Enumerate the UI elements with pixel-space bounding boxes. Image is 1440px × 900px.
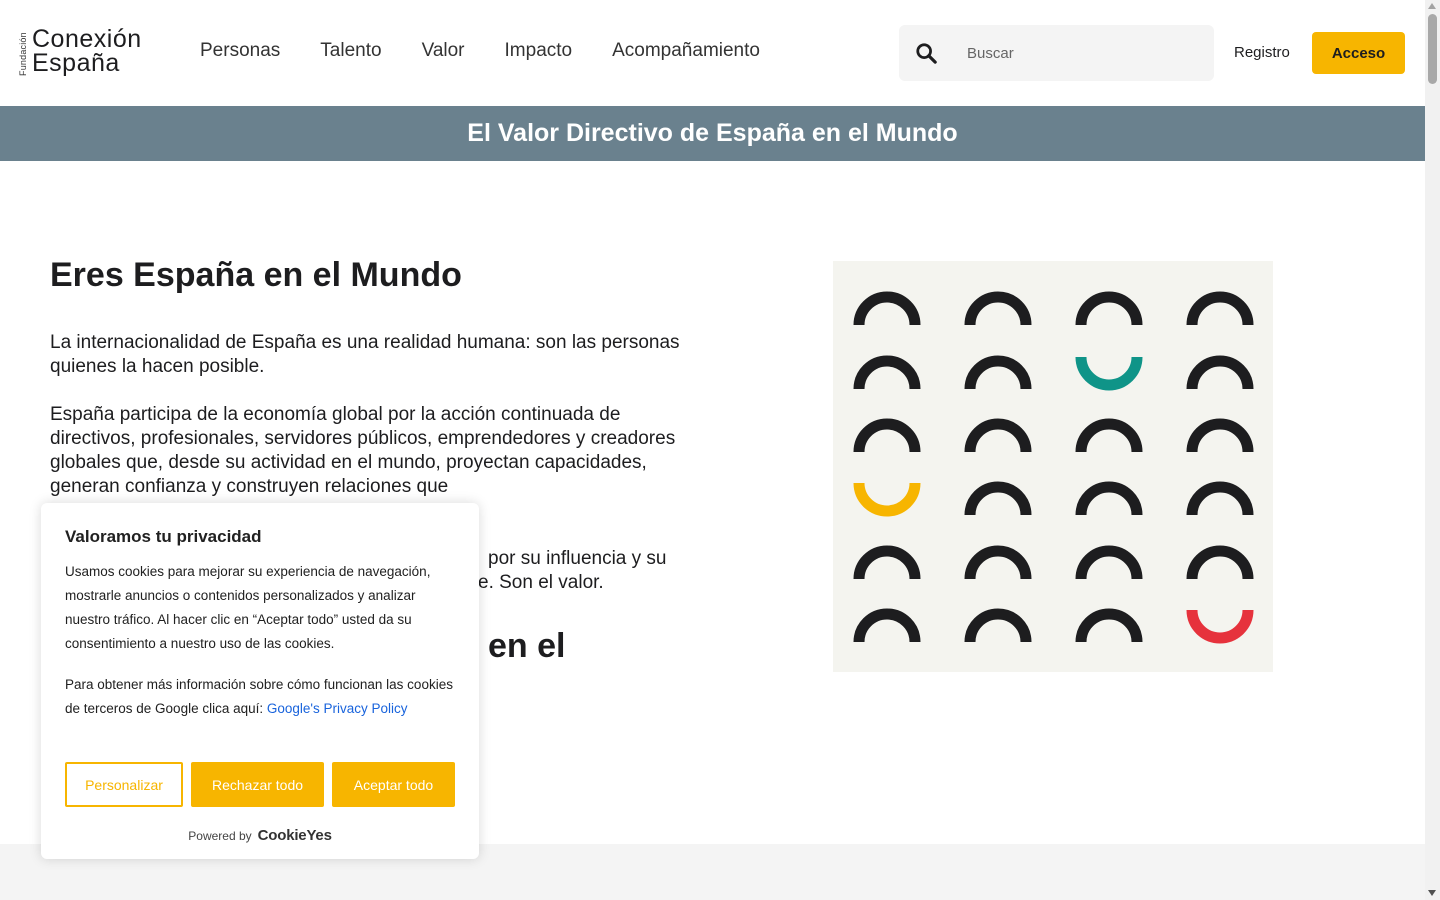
- acceso-button[interactable]: Acceso: [1312, 32, 1405, 74]
- logo-fundacion: Fundación: [18, 32, 28, 76]
- rechazar-todo-button[interactable]: Rechazar todo: [191, 762, 324, 807]
- arc-dark-up: [1186, 291, 1254, 326]
- arc-yellow-down: [853, 482, 921, 517]
- cookie-google-info: Para obtener más información sobre cómo …: [65, 673, 457, 721]
- arc-dark-up: [853, 545, 921, 580]
- arc-dark-up: [964, 291, 1032, 326]
- cookie-consent-dialog: Valoramos tu privacidad Usamos cookies p…: [41, 503, 479, 859]
- arc-dark-up: [964, 608, 1032, 643]
- nav-item-acompanamiento[interactable]: Acompañamiento: [612, 38, 760, 64]
- paragraph-3-line1: por su influencia y su: [488, 548, 667, 569]
- site-header: Fundación Conexión España Personas Talen…: [0, 0, 1425, 106]
- page-title: Eres España en el Mundo: [50, 256, 462, 294]
- nav-item-valor[interactable]: Valor: [422, 38, 465, 64]
- arc-dark-up: [1075, 545, 1143, 580]
- arc-illustration: [833, 261, 1273, 672]
- cookieyes-logo[interactable]: CookieYes: [258, 827, 332, 844]
- arc-dark-up: [1075, 418, 1143, 453]
- arc-dark-up: [1075, 481, 1143, 516]
- nav-item-personas[interactable]: Personas: [200, 38, 280, 64]
- arc-dark-up: [1186, 418, 1254, 453]
- paragraph-1: La internacionalidad de España es una re…: [50, 332, 680, 377]
- arc-dark-up: [1075, 291, 1143, 326]
- banner-title: El Valor Directivo de España en el Mundo: [467, 119, 958, 147]
- arc-dark-up: [1075, 608, 1143, 643]
- paragraph-3-line2: e. Son el valor.: [478, 572, 604, 593]
- scroll-thumb[interactable]: [1428, 14, 1437, 84]
- arc-dark-up: [964, 481, 1032, 516]
- page-scrollbar[interactable]: [1425, 0, 1440, 900]
- arc-dark-up: [1186, 481, 1254, 516]
- google-privacy-policy-link[interactable]: Google's Privacy Policy: [267, 701, 408, 716]
- nav-item-impacto[interactable]: Impacto: [505, 38, 573, 64]
- personalizar-button[interactable]: Personalizar: [65, 762, 183, 807]
- arc-red-down: [1186, 609, 1254, 644]
- arc-teal-down: [1075, 356, 1143, 391]
- search-input[interactable]: [967, 25, 1207, 81]
- cookie-description: Usamos cookies para mejorar su experienc…: [65, 564, 431, 651]
- logo-espana: España: [32, 49, 120, 77]
- arc-dark-up: [853, 608, 921, 643]
- search-box: [899, 25, 1214, 81]
- arc-dark-up: [1186, 355, 1254, 390]
- search-icon[interactable]: [915, 42, 937, 64]
- section-subtitle-text: en el: [488, 627, 566, 665]
- arc-dark-up: [853, 418, 921, 453]
- arc-dark-up: [853, 355, 921, 390]
- nav-item-talento[interactable]: Talento: [320, 38, 381, 64]
- main-nav: Personas Talento Valor Impacto Acompañam…: [200, 38, 760, 64]
- scroll-down-arrow-icon[interactable]: [1428, 890, 1436, 896]
- registro-link[interactable]: Registro: [1234, 44, 1290, 61]
- scroll-up-arrow-icon[interactable]: [1428, 3, 1436, 9]
- arc-dark-up: [964, 418, 1032, 453]
- powered-by: Powered by CookieYes: [41, 827, 479, 844]
- arc-dark-up: [1186, 545, 1254, 580]
- paragraph-2: España participa de la economía global p…: [50, 404, 676, 497]
- page-banner: El Valor Directivo de España en el Mundo: [0, 106, 1425, 161]
- cookie-title: Valoramos tu privacidad: [65, 527, 262, 546]
- arc-dark-up: [964, 545, 1032, 580]
- arc-dark-up: [964, 355, 1032, 390]
- logo[interactable]: Fundación Conexión España: [18, 26, 158, 80]
- arc-grid: [853, 291, 1254, 644]
- powered-by-text: Powered by: [188, 829, 252, 843]
- arc-dark-up: [853, 291, 921, 326]
- aceptar-todo-button[interactable]: Aceptar todo: [332, 762, 455, 807]
